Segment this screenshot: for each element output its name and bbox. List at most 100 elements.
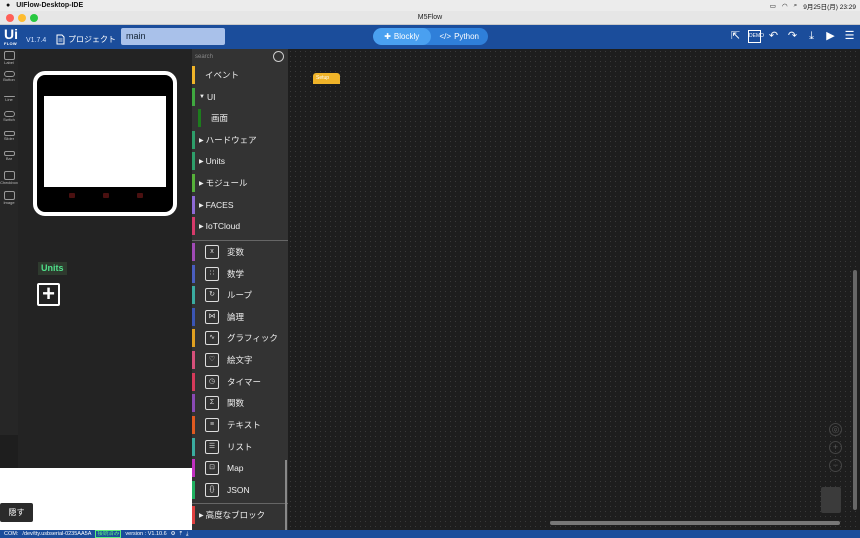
firmware-version: version : V1.10.6 [125, 531, 167, 537]
logo-subtext: FLOW [4, 41, 17, 46]
category-iotcloud[interactable]: ▶ IoTCloud [192, 217, 288, 235]
wifi-icon[interactable]: ◠ [782, 2, 788, 10]
category-ui[interactable]: ▼ UI [192, 88, 288, 106]
tool-button[interactable]: Button [0, 69, 18, 89]
category-color-bar [192, 265, 195, 283]
block-category-graphics[interactable]: ∿ グラフィック [192, 329, 288, 347]
battery-icon[interactable]: ▭ [770, 2, 776, 10]
tool-switch[interactable]: Switch [0, 109, 18, 129]
block-category-variables[interactable]: x 変数 [192, 243, 288, 261]
zoom-reset-icon[interactable]: ◎ [829, 423, 842, 436]
puzzle-icon: ✚ [384, 32, 391, 41]
category-label: ハードウェア [205, 135, 257, 145]
label-icon [3, 51, 15, 60]
block-category-logic[interactable]: ⋈ 論理 [192, 308, 288, 326]
blockly-workspace[interactable] [288, 49, 860, 530]
list-icon: ☰ [205, 440, 219, 454]
logic-icon: ⋈ [205, 310, 219, 324]
block-search-input[interactable]: search [195, 52, 277, 63]
category-color-bar [192, 217, 195, 235]
block-category-emoji[interactable]: ♡ 絵文字 [192, 351, 288, 369]
block-category-loops[interactable]: ↻ ループ [192, 286, 288, 304]
block-category-math[interactable]: ∷ 数学 [192, 265, 288, 283]
apple-icon[interactable]: ● [6, 2, 10, 9]
category-color-bar [192, 438, 195, 456]
zoom-out-icon[interactable]: − [829, 459, 842, 472]
menubar-app-name[interactable]: UIFlow-Desktop-IDE [16, 2, 83, 9]
category-label: タイマー [227, 377, 262, 387]
map-icon: ⊡ [205, 461, 219, 475]
undo-icon[interactable]: ↶ [767, 30, 780, 43]
chevron-right-icon: ▶ [199, 202, 204, 209]
block-category-lists[interactable]: ☰ リスト [192, 438, 288, 456]
project-name-input[interactable]: main [121, 28, 225, 45]
tool-slider[interactable]: Slider [0, 129, 18, 149]
download-icon[interactable]: ⤓ [805, 30, 818, 43]
block-category-json[interactable]: {} JSON [192, 481, 288, 499]
block-category-text[interactable]: ≡ テキスト [192, 416, 288, 434]
run-icon[interactable]: ▶ [824, 30, 837, 43]
redo-icon[interactable]: ↷ [786, 30, 799, 43]
maximize-window-icon[interactable] [30, 14, 38, 22]
hide-button[interactable]: 隠す [0, 503, 33, 522]
zoom-in-icon[interactable]: + [829, 441, 842, 454]
port-device[interactable]: /dev/tty.usbserial-0235AA5A [22, 530, 91, 538]
category-faces[interactable]: ▶ FACES [192, 196, 288, 214]
menu-icon[interactable]: ☰ [843, 30, 856, 43]
tool-bar[interactable]: Bar [0, 149, 18, 169]
category-color-bar [192, 152, 195, 170]
chevron-right-icon: ▶ [199, 512, 204, 519]
python-mode-button[interactable]: </> Python [431, 28, 489, 45]
device-button-c-icon [137, 193, 143, 198]
workspace-horizontal-scrollbar[interactable] [550, 521, 840, 525]
tool-line-text: Line [5, 97, 13, 102]
tool-bar-text: Bar [5, 156, 13, 161]
category-hardware[interactable]: ▶ ハードウェア [192, 131, 288, 149]
status-bar: COM: /dev/tty.usbserial-0235AA5A 接続済み ve… [0, 530, 860, 538]
workspace-vertical-scrollbar[interactable] [853, 270, 857, 510]
category-color-bar [192, 308, 195, 326]
category-label: モジュール [205, 178, 248, 188]
device-screen[interactable] [44, 96, 166, 187]
add-unit-button[interactable]: + [37, 283, 60, 306]
download-status-icon[interactable]: ⤓ [186, 530, 188, 538]
document-icon [56, 34, 65, 44]
block-category-map[interactable]: ⊡ Map [192, 459, 288, 477]
math-icon: ∷ [205, 267, 219, 281]
block-category-advanced[interactable]: ▶ 高度なブロック [192, 506, 288, 524]
block-category-timer[interactable]: ◷ タイマー [192, 373, 288, 391]
settings-icon[interactable]: ⚙ [171, 530, 176, 538]
open-file-icon[interactable]: ⇱ [729, 30, 742, 43]
close-window-icon[interactable] [6, 14, 14, 22]
tool-line[interactable]: Line [0, 89, 18, 109]
category-color-bar [192, 243, 195, 261]
upload-icon[interactable]: ⤒ [180, 530, 182, 538]
project-button[interactable]: プロジェクト [56, 31, 116, 47]
category-event[interactable]: イベント [192, 66, 288, 84]
tool-image[interactable]: Image [0, 189, 18, 209]
demo-icon[interactable]: DEMO [748, 30, 764, 43]
search-icon[interactable]: ⌕ [794, 2, 798, 10]
blockly-mode-button[interactable]: ✚ Blockly [373, 28, 431, 45]
category-modules[interactable]: ▶ モジュール [192, 174, 288, 192]
block-category-functions[interactable]: Σ 関数 [192, 394, 288, 412]
menubar-datetime[interactable]: 9月25日(月) 23:29 [803, 1, 856, 11]
minimize-window-icon[interactable] [18, 14, 26, 22]
category-color-bar [192, 394, 195, 412]
tool-label[interactable]: Label [0, 49, 18, 69]
uiflow-logo: Ui FLOW [4, 27, 22, 47]
mac-menubar: ● UIFlow-Desktop-IDE ▭ ◠ ⌕ 9月25日(月) 23:2… [0, 0, 860, 11]
json-icon: {} [205, 483, 219, 497]
tool-checkbox[interactable]: Checkbox [0, 169, 18, 189]
search-icon[interactable] [273, 51, 284, 62]
trash-icon[interactable] [821, 487, 841, 513]
category-screen[interactable]: 画面 [198, 109, 288, 127]
category-scrollbar[interactable] [285, 460, 287, 530]
category-label: 高度なブロック [205, 510, 266, 520]
setup-block[interactable]: Setup [313, 73, 340, 84]
text-icon: ≡ [205, 418, 219, 432]
category-label: テキスト [227, 420, 261, 430]
category-label: 関数 [227, 398, 245, 408]
chevron-right-icon: ▶ [199, 180, 204, 187]
category-units[interactable]: ▶ Units [192, 152, 288, 170]
